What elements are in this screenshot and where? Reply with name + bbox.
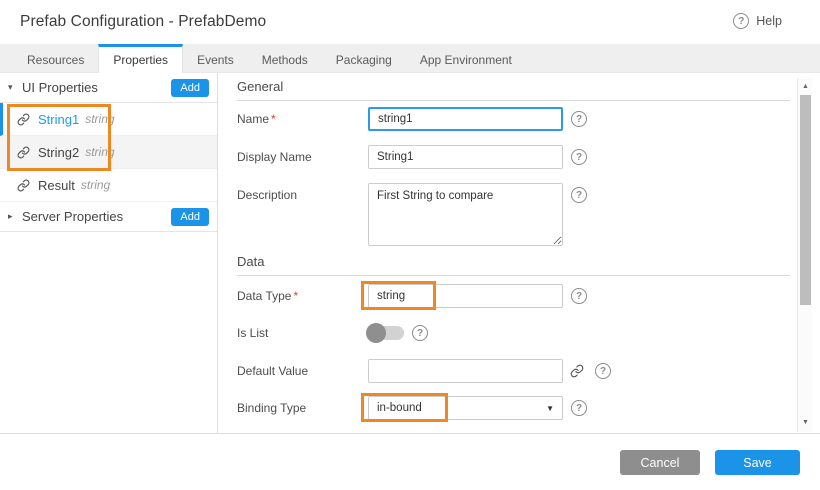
sidebar-item-string2[interactable]: String2 string	[0, 136, 217, 169]
is-list-row: Is List ?	[237, 321, 428, 345]
help-icon[interactable]: ?	[571, 111, 587, 127]
required-marker: *	[293, 289, 298, 303]
help-icon[interactable]: ?	[571, 149, 587, 165]
add-ui-property-button[interactable]: Add	[171, 79, 209, 97]
add-server-property-button[interactable]: Add	[171, 208, 209, 226]
binding-type-label: Binding Type	[237, 401, 368, 415]
title-bar: Prefab Configuration - PrefabDemo ? Help	[0, 0, 820, 44]
link-icon	[17, 179, 30, 192]
default-value-input[interactable]	[368, 359, 563, 383]
help-icon[interactable]: ?	[412, 325, 428, 341]
sidebar-item-string1[interactable]: String1 string	[0, 103, 217, 136]
property-type: string	[81, 178, 110, 192]
bind-link-icon[interactable]	[570, 364, 584, 378]
sidebar-item-result[interactable]: Result string	[0, 169, 217, 202]
data-type-input[interactable]	[368, 284, 563, 308]
default-value-row: Default Value ?	[237, 359, 611, 383]
description-label: Description	[237, 183, 368, 202]
prefab-configuration-dialog: Prefab Configuration - PrefabDemo ? Help…	[0, 0, 820, 490]
caret-right-icon: ▸	[8, 211, 22, 222]
tab-methods[interactable]: Methods	[248, 44, 322, 73]
tab-resources[interactable]: Resources	[13, 44, 98, 73]
scroll-up-icon[interactable]: ▲	[798, 80, 813, 94]
server-properties-header[interactable]: ▸ Server Properties Add	[0, 202, 217, 232]
property-type: string	[85, 145, 114, 159]
default-value-label: Default Value	[237, 364, 368, 378]
general-section-heading: General	[237, 79, 790, 101]
binding-type-value: in-bound	[377, 402, 422, 414]
display-name-input[interactable]	[368, 145, 563, 169]
property-name: String2	[38, 145, 79, 160]
vertical-scrollbar[interactable]: ▲ ▼	[797, 78, 812, 432]
ui-properties-header[interactable]: ▾ UI Properties Add	[0, 73, 217, 103]
cancel-button[interactable]: Cancel	[620, 450, 700, 475]
link-icon	[17, 113, 30, 126]
data-section-heading: Data	[237, 254, 790, 276]
description-textarea[interactable]: First String to compare	[368, 183, 563, 246]
caret-down-icon: ▾	[8, 82, 22, 93]
property-name: String1	[38, 112, 79, 127]
name-input[interactable]	[368, 107, 563, 131]
description-row: Description First String to compare ?	[237, 183, 587, 246]
property-name: Result	[38, 178, 75, 193]
display-name-row: Display Name ?	[237, 145, 587, 169]
property-form-panel: General Name* ? Display Name ? Descripti…	[219, 73, 797, 433]
is-list-label: Is List	[237, 326, 368, 340]
content-area: ▾ UI Properties Add String1 string Strin…	[0, 73, 820, 433]
display-name-label: Display Name	[237, 150, 368, 164]
tab-bar: Resources Properties Events Methods Pack…	[0, 44, 820, 73]
required-marker: *	[271, 112, 276, 126]
dropdown-arrow-icon: ▼	[546, 404, 554, 413]
data-type-label: Data Type*	[237, 289, 368, 303]
help-icon[interactable]: ?	[571, 187, 587, 203]
help-label: Help	[756, 14, 782, 28]
help-button[interactable]: ? Help	[733, 13, 782, 29]
name-row: Name* ?	[237, 107, 587, 131]
help-icon[interactable]: ?	[595, 363, 611, 379]
help-icon[interactable]: ?	[571, 400, 587, 416]
tab-properties[interactable]: Properties	[98, 44, 183, 73]
toggle-knob	[366, 323, 386, 343]
dialog-footer: Cancel Save	[0, 433, 820, 490]
help-icon[interactable]: ?	[571, 288, 587, 304]
properties-sidebar: ▾ UI Properties Add String1 string Strin…	[0, 73, 218, 433]
tab-packaging[interactable]: Packaging	[322, 44, 406, 73]
scrollbar-thumb[interactable]	[800, 95, 811, 305]
scroll-down-icon[interactable]: ▼	[798, 416, 813, 430]
property-type: string	[85, 112, 114, 126]
server-properties-label: Server Properties	[22, 209, 171, 224]
is-list-toggle[interactable]	[368, 326, 404, 340]
ui-properties-label: UI Properties	[22, 80, 171, 95]
binding-type-row: Binding Type in-bound ▼ ?	[237, 396, 587, 420]
name-label: Name*	[237, 112, 368, 126]
link-icon	[17, 146, 30, 159]
save-button[interactable]: Save	[715, 450, 800, 475]
binding-type-select[interactable]: in-bound ▼	[368, 396, 563, 420]
help-icon: ?	[733, 13, 749, 29]
tab-app-environment[interactable]: App Environment	[406, 44, 526, 73]
data-type-row: Data Type* ?	[237, 284, 587, 308]
page-title: Prefab Configuration - PrefabDemo	[20, 13, 266, 31]
tab-events[interactable]: Events	[183, 44, 248, 73]
